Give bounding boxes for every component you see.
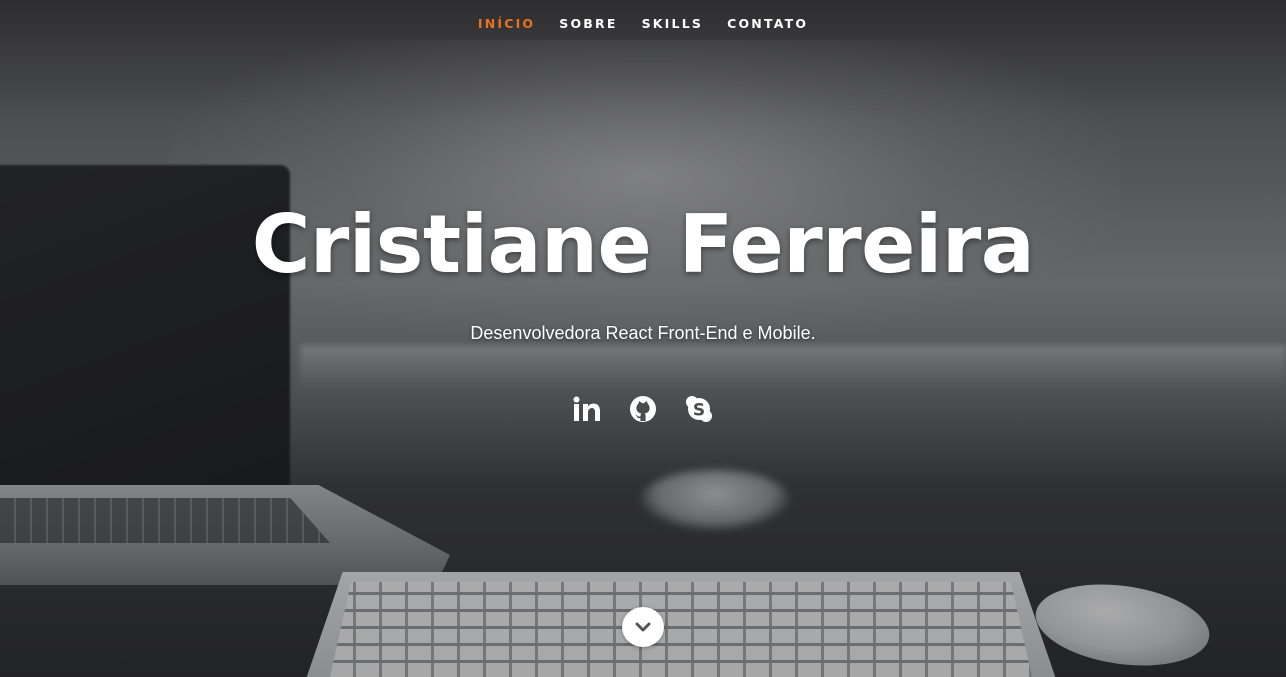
top-navigation: INÍCIO SOBRE SKILLS CONTATO <box>0 0 1286 46</box>
page-title: Cristiane Ferreira <box>251 198 1035 291</box>
linkedin-link[interactable] <box>573 394 601 424</box>
github-icon <box>630 396 656 422</box>
nav-item-inicio[interactable]: INÍCIO <box>478 16 535 31</box>
page-subtitle: Desenvolvedora React Front-End e Mobile. <box>470 323 816 343</box>
nav-item-contato[interactable]: CONTATO <box>727 16 808 31</box>
chevron-down-icon <box>635 622 651 632</box>
nav-item-skills[interactable]: SKILLS <box>642 16 703 31</box>
linkedin-icon <box>573 396 600 421</box>
skype-icon: S <box>686 396 712 422</box>
social-links: S <box>0 394 1286 424</box>
github-link[interactable] <box>629 394 657 424</box>
svg-text:S: S <box>693 401 705 421</box>
skype-link[interactable]: S <box>685 394 713 424</box>
scroll-down-button[interactable] <box>622 607 664 647</box>
nav-item-sobre[interactable]: SOBRE <box>559 16 617 31</box>
